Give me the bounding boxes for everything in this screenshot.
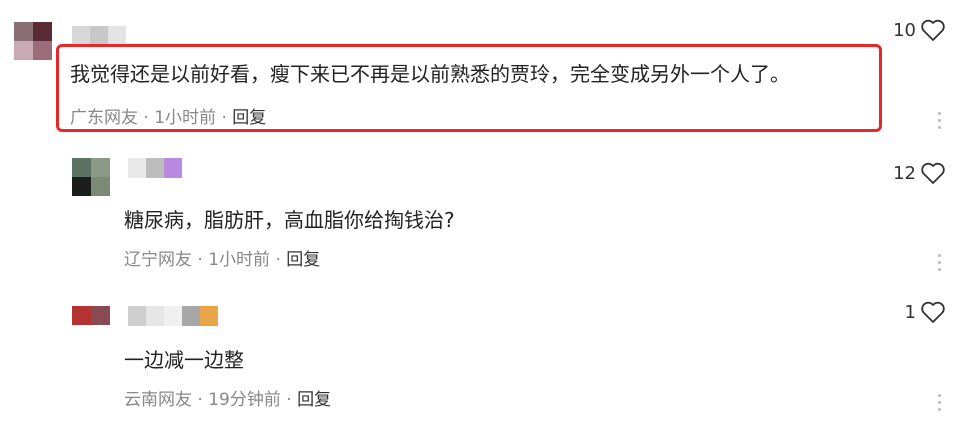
avatar-pixel: [72, 325, 91, 344]
comment-meta: 广东网友 · 1小时前 · 回复: [70, 106, 266, 130]
separator: ·: [286, 390, 292, 410]
username-block: [146, 158, 164, 178]
time-label: 1小时前: [208, 250, 271, 270]
avatar-pixel: [91, 306, 110, 325]
username-blurred[interactable]: [128, 158, 182, 178]
username-blurred[interactable]: [72, 26, 126, 46]
reply-button[interactable]: 回复: [297, 390, 331, 410]
comment-item: 糖尿病，脂肪肝，高血脂你给掏钱治? 辽宁网友 · 1小时前 · 回复 12: [0, 150, 960, 292]
reply-button[interactable]: 回复: [286, 250, 320, 270]
location-label: 广东网友: [70, 108, 138, 128]
avatar-pixel: [33, 22, 52, 41]
username-block: [72, 26, 90, 46]
username-block: [182, 306, 200, 326]
comment-text: 我觉得还是以前好看，瘦下来已不再是以前熟悉的贾玲，完全变成另外一个人了。: [70, 62, 790, 86]
heart-outline-icon: [921, 19, 945, 41]
avatar-pixel: [91, 325, 110, 344]
comment-item: 一边减一边整 云南网友 · 19分钟前 · 回复 1: [0, 292, 960, 426]
comment-text: 糖尿病，脂肪肝，高血脂你给掏钱治?: [124, 208, 455, 232]
avatar-pixel: [91, 177, 110, 196]
heart-outline-icon: [921, 162, 945, 184]
avatar-pixel: [14, 41, 33, 60]
heart-outline-icon: [921, 301, 945, 323]
separator: ·: [221, 108, 227, 128]
avatar[interactable]: [72, 306, 110, 344]
username-block: [90, 26, 108, 46]
comment-meta: 辽宁网友 · 1小时前 · 回复: [124, 248, 320, 272]
vertical-dots-icon[interactable]: [936, 112, 942, 129]
separator: ·: [197, 390, 203, 410]
comment-meta: 云南网友 · 19分钟前 · 回复: [124, 388, 331, 412]
time-label: 19分钟前: [208, 390, 281, 410]
like-count: 12: [893, 162, 916, 184]
username-blurred[interactable]: [128, 306, 218, 326]
username-block: [146, 306, 164, 326]
avatar-pixel: [91, 158, 110, 177]
reply-button[interactable]: 回复: [232, 108, 266, 128]
separator: ·: [275, 250, 281, 270]
like-button[interactable]: 10: [893, 18, 946, 42]
comment-item: 我觉得还是以前好看，瘦下来已不再是以前熟悉的贾玲，完全变成另外一个人了。 广东网…: [0, 0, 960, 150]
username-block: [108, 26, 126, 46]
like-button[interactable]: 1: [905, 300, 946, 324]
username-block: [128, 158, 146, 178]
vertical-dots-icon[interactable]: [936, 394, 942, 411]
username-block: [200, 306, 218, 326]
avatar[interactable]: [72, 158, 110, 196]
avatar-pixel: [33, 41, 52, 60]
username-block: [164, 306, 182, 326]
separator: ·: [143, 108, 149, 128]
avatar-pixel: [72, 177, 91, 196]
avatar-pixel: [72, 306, 91, 325]
username-block: [164, 158, 182, 178]
time-label: 1小时前: [154, 108, 217, 128]
comment-text: 一边减一边整: [124, 348, 244, 372]
avatar-pixel: [72, 158, 91, 177]
username-block: [128, 306, 146, 326]
location-label: 云南网友: [124, 390, 192, 410]
like-count: 1: [904, 301, 916, 323]
location-label: 辽宁网友: [124, 250, 192, 270]
avatar[interactable]: [14, 22, 52, 60]
like-count: 10: [893, 19, 916, 41]
like-button[interactable]: 12: [893, 161, 946, 185]
separator: ·: [197, 250, 203, 270]
avatar-pixel: [14, 22, 33, 41]
vertical-dots-icon[interactable]: [936, 254, 942, 271]
